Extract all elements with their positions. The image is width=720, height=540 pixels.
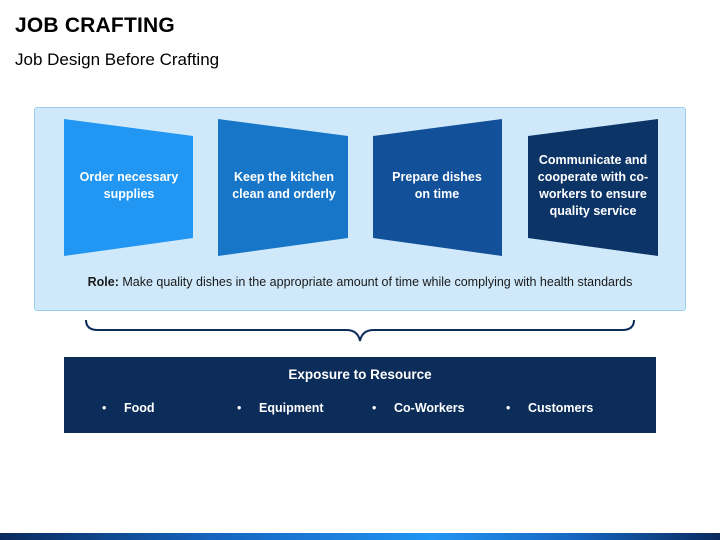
- resource-title: Exposure to Resource: [288, 367, 432, 382]
- resource-item-customers: • Customers: [506, 401, 593, 415]
- bullet-icon: •: [506, 401, 511, 415]
- resource-item-equipment: • Equipment: [237, 401, 324, 415]
- bullet-icon: •: [102, 401, 107, 415]
- bullet-icon: •: [237, 401, 242, 415]
- brace-path: [85, 319, 635, 342]
- resource-box: Exposure to Resource • Food • Equipment • C…: [64, 357, 656, 433]
- resource-list: • Food • Equipment • Co-Workers • Customers: [64, 401, 656, 421]
- footer-gradient-bar: [0, 533, 720, 540]
- curly-brace: [85, 319, 635, 342]
- resource-item-label: Co-Workers: [394, 401, 465, 415]
- resource-item-co-workers: • Co-Workers: [372, 401, 465, 415]
- resource-item-label: Food: [124, 401, 155, 415]
- bullet-icon: •: [372, 401, 377, 415]
- resource-item-label: Equipment: [259, 401, 324, 415]
- resource-item-food: • Food: [102, 401, 155, 415]
- resource-item-label: Customers: [528, 401, 594, 415]
